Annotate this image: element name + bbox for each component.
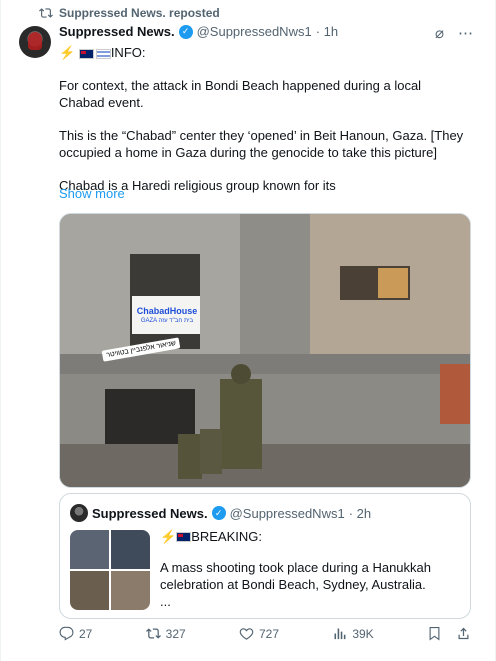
chabad-banner-subtitle: GAZA בית חב"ד עזה	[140, 318, 194, 324]
tweet-actions: 27 327 727 39K	[59, 626, 471, 641]
verified-badge-icon: ✓	[178, 24, 193, 39]
lightning-icon: ⚡	[59, 45, 76, 60]
tweet[interactable]: Suppressed News. reposted Suppressed New…	[0, 0, 496, 661]
info-header: INFO:	[110, 45, 146, 60]
australia-flag-icon	[176, 532, 192, 542]
quoted-tweet[interactable]: Suppressed News. ✓ @SuppressedNws1 · 2h …	[59, 493, 471, 619]
repost-indicator: Suppressed News. reposted	[39, 6, 220, 20]
tweet-header: Suppressed News. ✓ @SuppressedNws1 · 1h	[59, 24, 338, 39]
thumb-4	[111, 571, 150, 610]
repost-count: 327	[165, 626, 186, 641]
heart-icon	[239, 628, 254, 640]
like-count: 727	[258, 626, 280, 641]
like-button[interactable]: 727	[239, 626, 279, 641]
quoted-media-thumbnail	[70, 530, 150, 610]
thumb-1	[70, 530, 109, 569]
quoted-tweet-time: · 2h	[348, 505, 372, 521]
repost-label[interactable]: Suppressed News. reposted	[59, 6, 220, 20]
view-count: 39K	[352, 626, 374, 641]
secondary-actions	[427, 626, 471, 641]
avatar[interactable]	[19, 26, 51, 58]
views-button[interactable]: 39K	[332, 626, 374, 641]
chabad-banner-title: ChabadHouse	[136, 306, 198, 316]
quoted-ellipsis: ...	[160, 594, 171, 609]
quoted-avatar	[70, 504, 88, 522]
quoted-author-name: Suppressed News.	[92, 505, 208, 521]
quoted-breaking-line: ⚡ BREAKING:	[160, 528, 460, 545]
repost-icon	[145, 628, 161, 639]
quoted-header: BREAKING:	[191, 529, 262, 544]
tweet-time[interactable]: · 1h	[316, 24, 338, 39]
repost-button[interactable]: 327	[145, 626, 186, 641]
quoted-body: A mass shooting took place during a Hanu…	[160, 560, 432, 592]
more-options-icon[interactable]: ⋯	[458, 24, 473, 42]
author-handle[interactable]: @SuppressedNws1	[197, 24, 312, 39]
lightning-icon: ⚡	[160, 529, 177, 544]
australia-flag-icon	[78, 49, 94, 59]
reply-button[interactable]: 27	[59, 626, 92, 641]
tweet-photo[interactable]: ChabadHouse GAZA בית חב"ד עזה שניאור אלפ…	[59, 213, 471, 488]
grok-icon[interactable]: ⌀	[435, 24, 444, 42]
analytics-icon	[334, 628, 346, 640]
flags	[78, 49, 111, 59]
info-line: ⚡ INFO:	[59, 44, 469, 61]
israel-flag-icon	[95, 49, 111, 59]
share-icon[interactable]	[456, 626, 471, 641]
paragraph-1: For context, the attack in Bondi Beach h…	[59, 78, 422, 110]
author-name[interactable]: Suppressed News.	[59, 24, 175, 39]
repost-icon	[39, 8, 53, 18]
reply-count: 27	[79, 626, 93, 641]
quoted-tweet-header: Suppressed News. ✓ @SuppressedNws1 · 2h	[70, 504, 371, 522]
quoted-author-handle: @SuppressedNws1	[229, 505, 345, 521]
thumb-2	[111, 530, 150, 569]
reply-icon	[59, 626, 74, 641]
quoted-tweet-text: ⚡ BREAKING: A mass shooting took place du…	[160, 528, 460, 624]
bookmark-icon[interactable]	[427, 626, 442, 641]
show-more-link[interactable]: Show more	[59, 186, 125, 201]
tweet-header-actions: ⌀ ⋯	[435, 24, 473, 42]
verified-badge-icon: ✓	[211, 506, 226, 520]
paragraph-2: This is the “Chabad” center they ‘opened…	[59, 128, 464, 160]
thumb-3	[70, 571, 109, 610]
